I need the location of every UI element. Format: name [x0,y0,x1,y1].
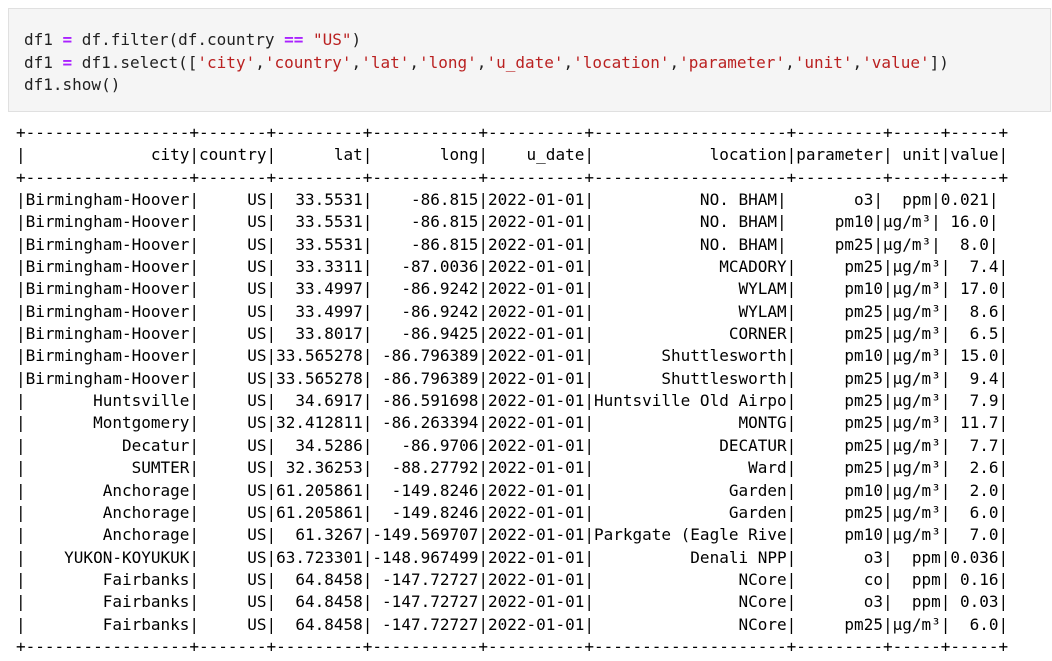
table-row: | SUMTER| US| 32.36253| -88.27792|2022-0… [16,458,1009,478]
table-row: |Birmingham-Hoover| US| 33.4997| -86.924… [16,301,1009,321]
table-row: |Birmingham-Hoover| US| 33.5531| -86.815… [16,212,999,232]
table-row: |Birmingham-Hoover| US| 33.5531| -86.815… [16,234,999,254]
table-row: | Anchorage| US|61.205861| -149.8246|202… [16,502,1009,522]
table-row: | Anchorage| US|61.205861| -149.8246|202… [16,480,1009,500]
table-row: |Birmingham-Hoover| US| 33.4997| -86.924… [16,279,1009,299]
table-row: | Huntsville| US| 34.6917| -86.591698|20… [16,391,1009,411]
code-line-3: df1.show() [24,75,121,94]
table-row: | Montgomery| US|32.412811| -86.263394|2… [16,413,1009,433]
table-row: |Birmingham-Hoover| US|33.565278| -86.79… [16,346,1009,366]
dataframe-output: +-----------------+-------+---------+---… [16,122,1008,658]
code-line-1: df1 = df.filter(df.country == "US") [24,30,362,49]
table-row: | YUKON-KOYUKUK| US|63.723301|-148.96749… [16,547,1009,567]
table-row: | Fairbanks| US| 64.8458| -147.72727|202… [16,592,1009,612]
code-line-2: df1 = df1.select(['city','country','lat'… [24,52,949,72]
table-row: | Anchorage| US| 61.3267|-149.569707|202… [16,525,1009,545]
table-border-top: +-----------------+-------+---------+---… [16,123,1009,142]
table-border-header: +-----------------+-------+---------+---… [16,167,1009,187]
code-editor[interactable]: df1 = df.filter(df.country == "US") df1 … [24,29,949,97]
table-row: |Birmingham-Hoover| US|33.565278| -86.79… [16,368,1009,388]
table-header: | city|country| lat| long| u_date| locat… [16,145,1009,165]
table-border-bottom: +-----------------+-------+---------+---… [16,636,1009,656]
table-row: | Fairbanks| US| 64.8458| -147.72727|202… [16,614,1009,634]
table-row: |Birmingham-Hoover| US| 33.3311| -87.003… [16,257,1009,277]
table-row: |Birmingham-Hoover| US| 33.5531| -86.815… [16,190,999,210]
code-cell-input[interactable]: df1 = df.filter(df.country == "US") df1 … [8,8,1051,112]
table-row: | Decatur| US| 34.5286| -86.9706|2022-01… [16,435,1009,455]
table-row: |Birmingham-Hoover| US| 33.8017| -86.942… [16,324,1009,344]
table-row: | Fairbanks| US| 64.8458| -147.72727|202… [16,569,1009,589]
